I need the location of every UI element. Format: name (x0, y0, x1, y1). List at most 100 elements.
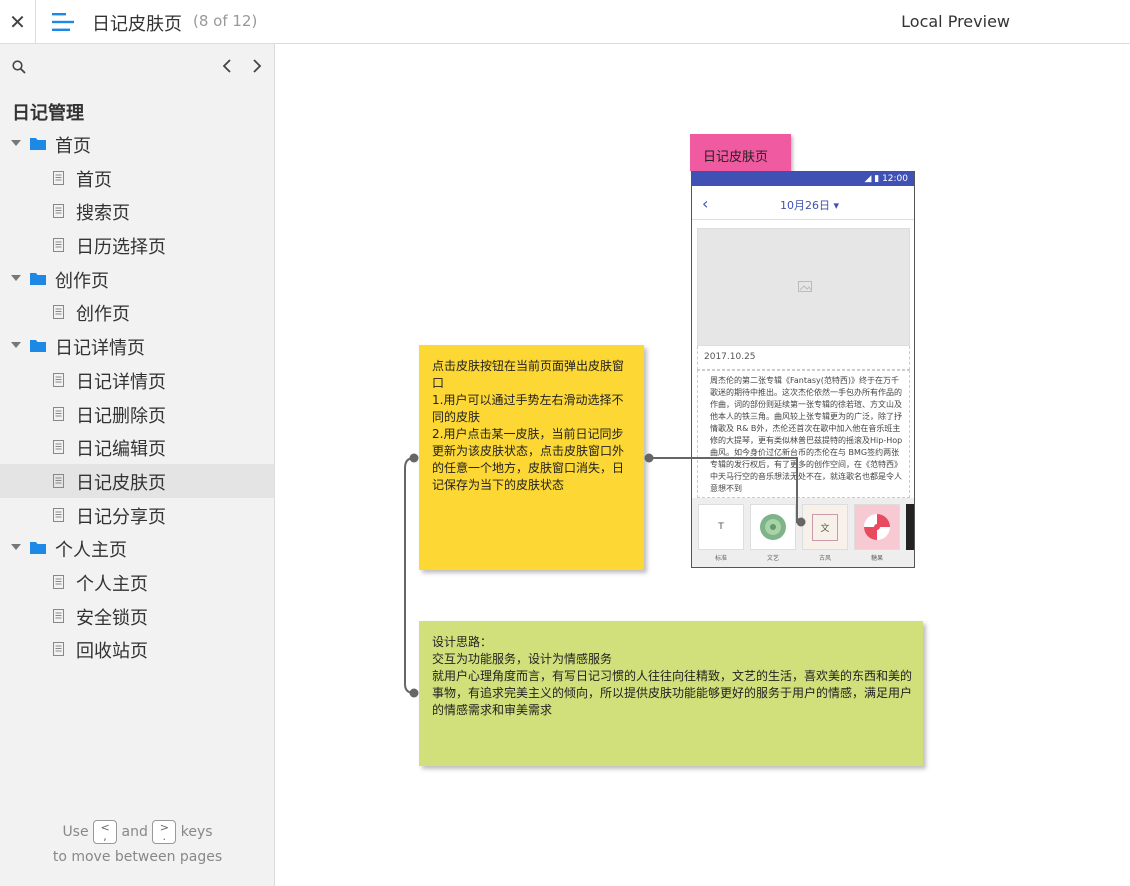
page-tag: 日记皮肤页 (690, 134, 791, 171)
document-icon (53, 608, 64, 623)
tree-page-item[interactable]: 创作页 (0, 295, 274, 329)
tree-item-label: 日记详情页 (55, 338, 145, 360)
document-icon (53, 507, 64, 522)
document-icon (53, 204, 64, 219)
hint-use: Use (62, 824, 89, 840)
document-icon (53, 406, 64, 421)
tree-item-label: 个人主页 (55, 540, 127, 562)
phone-date[interactable]: 10月26日 ▾ (780, 197, 839, 213)
skin-option-literary[interactable] (750, 504, 796, 550)
sidebar: 日记管理 首页 首页 搜索页 日历选择页 创作页 创作页 日记详情页 日记详情页 日记删除页 日记… (0, 44, 275, 886)
caret-down-icon[interactable] (11, 274, 21, 281)
sidebar-toolbar (0, 44, 275, 88)
skin-label: 古风 (818, 555, 831, 562)
tree-page-item[interactable]: 日记详情页 (0, 363, 274, 397)
caret-down-icon[interactable] (11, 342, 21, 349)
annotation-note-interaction: 点击皮肤按钮在当前页面弹出皮肤窗口 1.用户可以通过手势左右滑动选择不同的皮肤 … (419, 345, 644, 570)
skin-label: 标准 (714, 555, 727, 562)
folder-icon (30, 138, 46, 150)
tree-folder[interactable]: 创作页 (0, 262, 274, 296)
hint-keys: keys (180, 824, 213, 840)
chevron-left-icon[interactable] (218, 57, 236, 75)
signal-icon: ◢ ▮ (864, 174, 883, 184)
annotation-note-design: 设计思路： 交互为功能服务，设计为情感服务 就用户心理角度而言，有写日记习惯的人… (419, 621, 923, 766)
key-prev: <, (93, 820, 118, 844)
note-text: 设计思路： 交互为功能服务，设计为情感服务 就用户心理角度而言，有写日记习惯的人… (432, 635, 913, 717)
tree-item-label: 安全锁页 (76, 607, 148, 629)
caret-down-icon: ▾ (833, 199, 840, 212)
phone-mockup: ◢ ▮ 12:00 ‹ 10月26日 ▾ 2017.10.25 周杰伦的第二张专… (691, 171, 915, 568)
tree-page-item[interactable]: 回收站页 (0, 632, 274, 666)
tree-folder[interactable]: 日记详情页 (0, 329, 274, 363)
document-icon (53, 170, 64, 185)
skin-option-standard[interactable]: T (698, 504, 744, 550)
skin-label: 文艺 (766, 555, 779, 562)
key-next: >. (152, 820, 177, 844)
phone-header: ‹ 10月26日 ▾ (692, 186, 914, 220)
folder-icon (30, 542, 46, 555)
tree-folder[interactable]: 首页 (0, 127, 274, 161)
tree-page-item[interactable]: 首页 (0, 161, 274, 195)
local-preview-label: Local Preview (901, 12, 1010, 31)
document-icon (53, 473, 64, 488)
tree-page-item[interactable]: 日记皮肤页 (0, 463, 274, 498)
hint-and: and (121, 824, 148, 840)
tree-page-item[interactable]: 日记编辑页 (0, 430, 274, 464)
diary-body-text: 周杰伦的第二张专辑《Fantasy(范特西)》终于在万千歌迷的期待中推出。这次杰… (697, 370, 910, 498)
tree-item-label: 日记详情页 (76, 371, 166, 393)
hint-line2: to move between pages (52, 849, 223, 865)
phone-status-bar: ◢ ▮ 12:00 (692, 172, 914, 186)
chevron-right-icon[interactable] (248, 57, 266, 75)
skin-option-partial (906, 504, 914, 550)
phone-time: 12:00 (882, 174, 908, 184)
note-text: 点击皮肤按钮在当前页面弹出皮肤窗口 1.用户可以通过手势左右滑动选择不同的皮肤 … (432, 359, 625, 492)
tree-page-item[interactable]: 个人主页 (0, 565, 274, 599)
skin-picker: T 标准 文艺 文 古风 糖果 (692, 498, 914, 567)
succulent-icon (760, 514, 786, 540)
top-bar: ✕ 日记皮肤页 (8 of 12) Local Preview (0, 0, 1130, 44)
document-icon (53, 238, 64, 253)
skin-option-classical[interactable]: 文 (802, 504, 848, 550)
tree-item-label: 日历选择页 (76, 237, 166, 259)
prototype-canvas: 日记皮肤页 ◢ ▮ 12:00 ‹ 10月26日 ▾ 2017.10.25 周杰… (275, 44, 1130, 886)
image-placeholder (697, 228, 910, 346)
skin-glyph: T (718, 522, 724, 532)
back-icon[interactable]: ‹ (702, 194, 708, 213)
tree-page-item[interactable]: 日记分享页 (0, 498, 274, 532)
skin-label: 糖果 (870, 555, 883, 562)
caret-down-icon[interactable] (11, 544, 21, 551)
tree-page-item[interactable]: 安全锁页 (0, 599, 274, 633)
page-tree: 首页 首页 搜索页 日历选择页 创作页 创作页 日记详情页 日记详情页 日记删除页 日记编辑页 日记… (0, 127, 274, 666)
tree-item-label: 首页 (76, 169, 112, 191)
skin-option-candy[interactable] (854, 504, 900, 550)
caret-down-icon[interactable] (11, 140, 21, 146)
tree-item-label: 日记删除页 (76, 405, 166, 427)
search-icon[interactable] (12, 60, 26, 74)
folder-icon (30, 340, 46, 353)
tree-page-item[interactable]: 日历选择页 (0, 228, 274, 262)
close-button[interactable]: ✕ (0, 0, 36, 44)
page-title: 日记皮肤页 (92, 14, 182, 35)
tree-item-label: 个人主页 (76, 573, 148, 595)
card-date: 2017.10.25 (697, 346, 910, 370)
document-icon (53, 305, 64, 320)
tree-folder[interactable]: 个人主页 (0, 531, 274, 565)
candy-icon (864, 514, 890, 540)
tree-item-label: 日记分享页 (76, 506, 166, 528)
tree-item-label: 搜索页 (76, 203, 130, 225)
image-icon (798, 281, 812, 292)
tree-page-item[interactable]: 日记删除页 (0, 397, 274, 431)
tree-item-label: 创作页 (55, 270, 109, 292)
tree-item-label: 创作页 (76, 304, 130, 326)
menu-icon[interactable] (52, 12, 74, 32)
document-icon (53, 440, 64, 455)
document-icon (53, 642, 64, 657)
page-count: (8 of 12) (193, 12, 258, 30)
document-icon (53, 574, 64, 589)
tree-page-item[interactable]: 搜索页 (0, 194, 274, 228)
folder-icon (30, 272, 46, 285)
tree-item-label: 首页 (55, 136, 91, 157)
phone-date-text: 10月26日 (780, 199, 830, 212)
keyboard-hint: Use <, and >. keys to move between pages (0, 820, 275, 870)
skin-glyph: 文 (812, 513, 838, 541)
